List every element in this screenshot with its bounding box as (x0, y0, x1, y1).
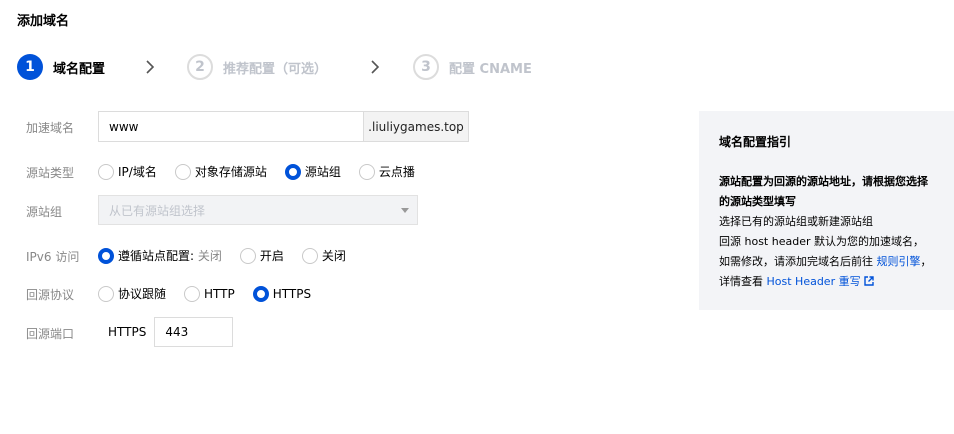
host-header-link[interactable]: Host Header 重写 (767, 275, 874, 288)
radio-label: 对象存储源站 (194, 165, 267, 179)
guide-line-1: 选择已有的源站组或新建源站组 (719, 215, 873, 228)
radio-label: 协议跟随 (118, 287, 167, 301)
domain-suffix: .liuliygames.top (364, 111, 469, 142)
origin-type-label: 源站类型 (26, 166, 75, 180)
radio-button[interactable] (239, 247, 256, 264)
step-1-label: 域名配置 (53, 61, 106, 77)
origin-port-label: 回源端口 (26, 327, 75, 341)
radio-ipv6-off[interactable]: 关闭 (301, 247, 346, 264)
origin-protocol-radio-group: 协议跟随 HTTP HTTPS (98, 285, 329, 302)
ipv6-radio-group: 遵循站点配置: 关闭 开启 关闭 (98, 247, 364, 264)
ipv6-label: IPv6 访问 (26, 250, 80, 264)
radio-label: 关闭 (321, 249, 346, 263)
caret-down-icon (401, 208, 409, 213)
radio-label: IP/域名 (118, 165, 157, 179)
radio-vod[interactable]: 云点播 (358, 163, 415, 180)
rules-engine-link[interactable]: 规则引擎 (877, 255, 921, 268)
chevron-right-icon (371, 60, 380, 74)
radio-label: HTTPS (272, 286, 312, 301)
origin-port-protocol: HTTPS (108, 325, 147, 339)
step-1: 1 域名配置 (17, 53, 105, 81)
radio-button-checked[interactable] (98, 247, 114, 264)
radio-button[interactable] (301, 247, 318, 264)
step-3-number: 3 (413, 54, 439, 80)
chevron-right-icon (146, 60, 155, 74)
radio-label: 开启 (259, 249, 284, 263)
radio-label: 源站组 (304, 165, 341, 179)
radio-label: HTTP (204, 286, 235, 301)
step-2: 2 推荐配置（可选） (187, 53, 327, 81)
radio-origin-group[interactable]: 源站组 (284, 163, 341, 180)
step-2-number: 2 (187, 54, 213, 80)
origin-group-select[interactable]: 从已有源站组选择 (98, 195, 418, 225)
radio-button-checked[interactable] (284, 163, 301, 180)
radio-follow-site[interactable]: 遵循站点配置: 关闭 (98, 247, 222, 264)
guide-panel: 域名配置指引 源站配置为回源的源站地址，请根据您选择的源站类型填写 选择已有的源… (699, 111, 954, 310)
radio-button[interactable] (358, 163, 375, 180)
radio-button[interactable] (98, 163, 114, 180)
radio-button[interactable] (98, 285, 114, 302)
radio-ip-domain[interactable]: IP/域名 (98, 163, 157, 180)
radio-button[interactable] (174, 163, 191, 180)
radio-object-storage[interactable]: 对象存储源站 (174, 163, 267, 180)
origin-protocol-label: 回源协议 (26, 288, 75, 302)
step-3-label: 配置 CNAME (449, 61, 532, 77)
external-link-icon (863, 276, 874, 286)
step-2-label: 推荐配置（可选） (223, 61, 328, 77)
page-title: 添加域名 (17, 14, 70, 29)
radio-protocol-follow[interactable]: 协议跟随 (98, 285, 166, 302)
radio-label: 遵循站点配置: 关闭 (118, 249, 222, 263)
domain-label: 加速域名 (26, 121, 75, 135)
origin-port-input[interactable]: 443 (154, 317, 234, 347)
radio-protocol-http[interactable]: HTTP (184, 285, 235, 302)
origin-group-label: 源站组 (26, 205, 63, 219)
step-3: 3 配置 CNAME (413, 53, 532, 81)
origin-type-radio-group: IP/域名 对象存储源站 源站组 云点播 (98, 163, 433, 180)
radio-button-checked[interactable] (252, 285, 269, 302)
guide-bold-text: 源站配置为回源的源站地址，请根据您选择的源站类型填写 (719, 175, 928, 208)
step-1-number: 1 (17, 54, 43, 80)
radio-ipv6-on[interactable]: 开启 (239, 247, 284, 264)
radio-label: 云点播 (378, 165, 415, 179)
origin-group-placeholder: 从已有源站组选择 (109, 203, 206, 218)
radio-button[interactable] (184, 285, 201, 302)
guide-title: 域名配置指引 (719, 135, 792, 149)
domain-input[interactable]: www (98, 111, 364, 142)
radio-protocol-https[interactable]: HTTPS (252, 285, 312, 302)
guide-text: 源站配置为回源的源站地址，请根据您选择的源站类型填写 选择已有的源站组或新建源站… (719, 172, 934, 292)
